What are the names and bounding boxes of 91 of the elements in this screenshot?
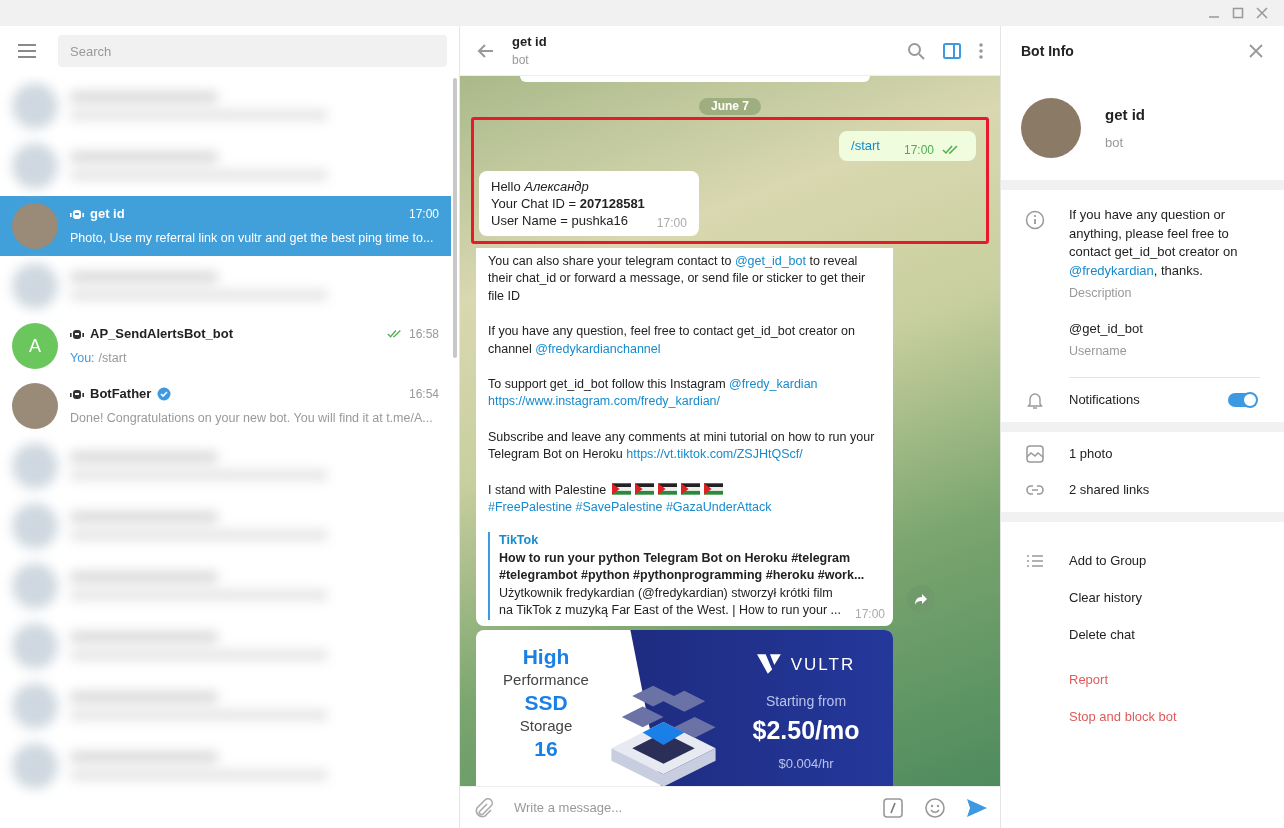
- bot-icon: [70, 327, 84, 340]
- emoji-icon[interactable]: [924, 796, 946, 819]
- flag-icon: [680, 482, 700, 495]
- avatar-photo-placeholder: [12, 203, 58, 249]
- link[interactable]: #FreePalestine: [488, 500, 573, 515]
- notifications-label: Notifications: [1069, 391, 1141, 410]
- avatar: A: [12, 323, 58, 369]
- message-text: If you have any question, feel free to contact get_id_bot creator on channel @fredykardianchannel: [488, 323, 856, 358]
- message-line: Hello Александр: [491, 178, 590, 195]
- field-label: Username: [1069, 342, 1260, 378]
- menu-item[interactable]: Delete chat: [1069, 624, 1135, 645]
- media-link[interactable]: 2 shared links: [1069, 480, 1150, 500]
- close-icon[interactable]: [1248, 43, 1264, 59]
- link[interactable]: https://vt.tiktok.com/ZSJHtQScf/: [626, 447, 803, 462]
- bot-icon: [70, 207, 84, 220]
- banner-text: High: [522, 643, 570, 670]
- share-arrow-icon: [914, 592, 928, 606]
- field-label: Description: [1069, 285, 1133, 302]
- banner-text: SSD: [524, 689, 568, 716]
- banner-text: $0.004/hr: [778, 754, 834, 773]
- more-icon[interactable]: [978, 40, 984, 61]
- message-line: User Name = pushka16: [491, 212, 629, 229]
- chat-list-item[interactable]: get id 17:00 Photo, Use my referral link on vultr and get the best ping time to...: [0, 196, 451, 256]
- flag-icon: [634, 482, 654, 495]
- banner-text: Performance: [503, 669, 589, 690]
- link[interactable]: #GazaUnderAttack: [665, 500, 772, 515]
- image-icon: [1025, 444, 1045, 464]
- chat-time: 16:58: [408, 325, 439, 343]
- notifications-toggle[interactable]: [1228, 393, 1256, 407]
- panel-title: Bot Info: [1021, 41, 1074, 61]
- chat-time: 17:00: [408, 205, 439, 223]
- media-link[interactable]: 1 photo: [1069, 444, 1113, 464]
- preview-site[interactable]: TikTok: [499, 532, 881, 550]
- message-preview: Photo, Use my referral link on vultr and get the best ping time to...: [70, 230, 434, 248]
- menu-item[interactable]: Add to Group: [1069, 550, 1147, 571]
- message-text: You can also share your telegram contact to @get_id_bot to reveal their chat_id or forward a message, or send file or sticker to get their file ID: [488, 253, 867, 305]
- menu-item[interactable]: Stop and block bot: [1069, 706, 1177, 727]
- avatar-photo-placeholder: [12, 383, 58, 429]
- message-input[interactable]: Write a message...: [514, 797, 870, 818]
- chat-name: AP_SendAlertsBot_bot: [90, 324, 234, 343]
- logo-icon: [756, 654, 783, 675]
- link[interactable]: @get_id_bot: [734, 254, 806, 268]
- chat-status: bot: [512, 52, 530, 70]
- message-text: To support get_id_bot follow this Instagram @fredy_kardian https://www.instagram.com/fredy_kardian/: [488, 376, 819, 411]
- bell-icon: [1025, 390, 1045, 410]
- info-icon: [1025, 210, 1045, 230]
- link[interactable]: @fredykardian: [1069, 262, 1154, 278]
- forward-button[interactable]: [907, 585, 935, 613]
- preview-title: How to run your python Telegram Bot on Heroku #telegram #telegrambot #python #pythonprogramming #heroku #work...: [499, 549, 866, 585]
- date-label: June 7: [699, 98, 761, 115]
- menu-item[interactable]: Report: [1069, 669, 1109, 690]
- preview-description: Użytkownik fredykardian (@fredykardian) stworzył krótki film na TikTok z muzyką Far East of the West. | How to run your ...: [499, 584, 843, 620]
- sender-label: You:: [70, 350, 95, 368]
- chat-name: BotFather: [90, 384, 152, 403]
- scrollbar[interactable]: [453, 78, 457, 358]
- slash-command-icon[interactable]: [882, 796, 904, 819]
- link[interactable]: @fredykardianchannel: [535, 341, 661, 356]
- flag-icon: [703, 482, 723, 495]
- link[interactable]: #SavePalestine: [575, 500, 663, 515]
- message-time: 17:00: [656, 215, 687, 232]
- banner-price: $2.50/mo: [752, 715, 860, 746]
- banner-text: Storage: [519, 715, 573, 736]
- message-time: 17:00: [903, 142, 934, 159]
- bot-username[interactable]: @get_id_bot: [1069, 318, 1260, 339]
- banner-text: Starting from: [765, 692, 847, 711]
- flag-icon: [611, 482, 631, 495]
- message-preview: /start: [98, 350, 127, 368]
- flag-icon: [657, 482, 677, 495]
- command-link[interactable]: /start: [851, 136, 880, 156]
- message-preview: Done! Congratulations on your new bot. You will find it at t.me/A...: [70, 410, 433, 428]
- bot-status: bot: [1105, 133, 1125, 152]
- link[interactable]: @fredy_kardian: [729, 377, 818, 392]
- menu-item[interactable]: Clear history: [1069, 587, 1142, 608]
- link[interactable]: https://www.instagram.com/fredy_kardian/: [488, 394, 721, 409]
- banner-text: 16: [534, 735, 558, 762]
- message-time: 17:00: [854, 606, 885, 624]
- side-panel-icon[interactable]: [942, 40, 962, 61]
- bot-description: If you have any question or anything, please feel free to contact get_id_bot creator on @fredykardian, thanks.: [1069, 206, 1239, 280]
- bot-icon: [70, 387, 84, 400]
- search-icon[interactable]: [906, 40, 926, 61]
- chat-title: get id: [512, 32, 548, 51]
- send-icon[interactable]: [966, 796, 988, 819]
- chat-time: 16:54: [408, 385, 439, 403]
- chat-name: get id: [90, 204, 125, 223]
- avatar-photo-placeholder[interactable]: [1021, 98, 1081, 158]
- brand-name: VULTR: [790, 653, 856, 676]
- message-text: I stand with Palestine #FreePalestine #SavePalestine #GazaUnderAttack: [488, 481, 773, 517]
- search-field[interactable]: Search: [58, 35, 447, 67]
- message-line: Your Chat ID = 207128581: [491, 195, 645, 212]
- bot-name: get id: [1105, 105, 1145, 125]
- message-text: Subscribe and leave any comments at mini tutorial on how to run your Telegram Bot on Heroku https://vt.tiktok.com/ZSJHtQScf/: [488, 428, 876, 464]
